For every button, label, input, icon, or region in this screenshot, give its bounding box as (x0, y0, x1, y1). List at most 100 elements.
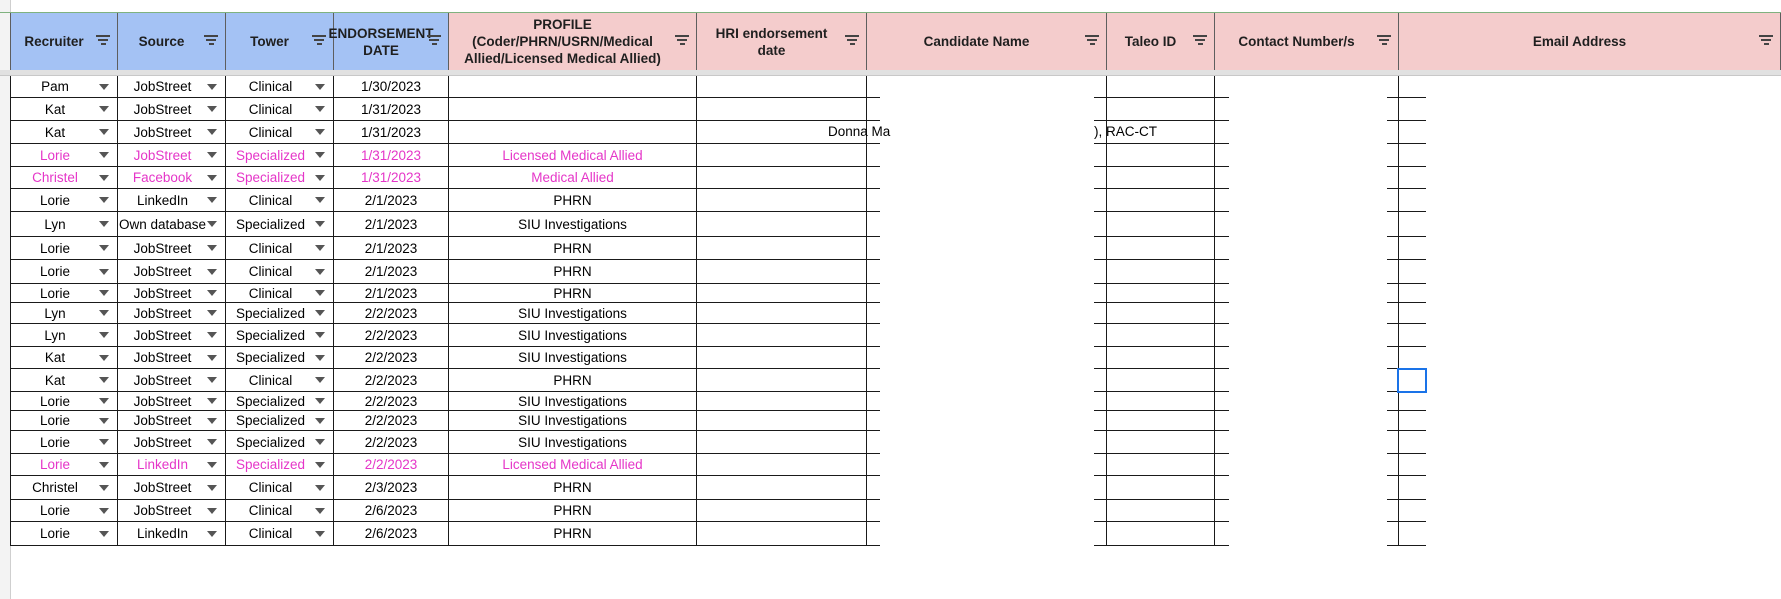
filter-icon[interactable] (1192, 35, 1208, 47)
dropdown-arrow-icon[interactable] (207, 461, 217, 468)
cell-hri-endorsement-date[interactable] (697, 189, 867, 212)
dropdown-arrow-icon[interactable] (207, 332, 217, 338)
cell-hri-endorsement-date[interactable] (697, 237, 867, 260)
cell-tower[interactable]: Clinical (226, 189, 334, 212)
cell-taleo-id[interactable] (1107, 189, 1215, 212)
dropdown-arrow-icon[interactable] (207, 417, 217, 424)
cell-source[interactable]: LinkedIn (118, 522, 226, 546)
cell-recruiter[interactable]: Kat (10, 369, 118, 392)
dropdown-arrow-icon[interactable] (315, 439, 325, 445)
cell-recruiter[interactable]: Lorie (10, 260, 118, 284)
cell-tower[interactable]: Specialized (226, 324, 334, 347)
dropdown-arrow-icon[interactable] (99, 174, 109, 181)
dropdown-arrow-icon[interactable] (207, 377, 217, 383)
cell-profile[interactable]: PHRN (449, 284, 697, 303)
cell-endorsement-date[interactable]: 2/1/2023 (334, 284, 449, 303)
filter-icon[interactable] (1376, 35, 1392, 47)
cell-recruiter[interactable]: Christel (10, 167, 118, 189)
cell-hri-endorsement-date[interactable] (697, 284, 867, 303)
cell-taleo-id[interactable] (1107, 303, 1215, 324)
dropdown-arrow-icon[interactable] (207, 245, 217, 251)
cell-hri-endorsement-date[interactable] (697, 476, 867, 500)
cell-hri-endorsement-date[interactable] (697, 324, 867, 347)
cell-recruiter[interactable]: Kat (10, 98, 118, 121)
cell-hri-endorsement-date[interactable] (697, 411, 867, 431)
cell-endorsement-date[interactable]: 2/1/2023 (334, 260, 449, 284)
cell-hri-endorsement-date[interactable] (697, 144, 867, 167)
cell-source[interactable]: LinkedIn (118, 189, 226, 212)
cell-tower[interactable]: Clinical (226, 121, 334, 144)
cell-profile[interactable] (449, 76, 697, 98)
dropdown-arrow-icon[interactable] (99, 245, 109, 251)
cell-hri-endorsement-date[interactable] (697, 454, 867, 476)
dropdown-arrow-icon[interactable] (99, 417, 109, 424)
cell-tower[interactable]: Clinical (226, 476, 334, 500)
cell-profile[interactable]: Licensed Medical Allied (449, 454, 697, 476)
cell-tower[interactable]: Clinical (226, 369, 334, 392)
header-contact-number[interactable]: Contact Number/s (1215, 13, 1399, 71)
cell-hri-endorsement-date[interactable] (697, 76, 867, 98)
dropdown-arrow-icon[interactable] (99, 398, 109, 404)
cell-hri-endorsement-date[interactable] (697, 369, 867, 392)
filter-icon[interactable] (1758, 35, 1774, 47)
cell-hri-endorsement-date[interactable] (697, 347, 867, 369)
dropdown-arrow-icon[interactable] (99, 152, 109, 158)
dropdown-arrow-icon[interactable] (315, 152, 325, 158)
header-profile[interactable]: PROFILE (Coder/PHRN/USRN/Medical Allied/… (449, 13, 697, 71)
cell-hri-endorsement-date[interactable] (697, 260, 867, 284)
cell-profile[interactable]: PHRN (449, 522, 697, 546)
filter-icon[interactable] (95, 35, 111, 47)
cell-profile[interactable]: PHRN (449, 189, 697, 212)
dropdown-arrow-icon[interactable] (99, 530, 109, 537)
cell-source[interactable]: JobStreet (118, 411, 226, 431)
cell-source[interactable]: Own database (118, 212, 226, 237)
cell-taleo-id[interactable] (1107, 212, 1215, 237)
dropdown-arrow-icon[interactable] (99, 484, 109, 491)
cell-endorsement-date[interactable]: 1/31/2023 (334, 144, 449, 167)
cell-profile[interactable]: Medical Allied (449, 167, 697, 189)
dropdown-arrow-icon[interactable] (207, 106, 217, 112)
dropdown-arrow-icon[interactable] (99, 290, 109, 296)
cell-endorsement-date[interactable]: 2/2/2023 (334, 324, 449, 347)
dropdown-arrow-icon[interactable] (315, 197, 325, 203)
cell-profile[interactable]: SIU Investigations (449, 392, 697, 411)
cell-tower[interactable]: Specialized (226, 454, 334, 476)
cell-taleo-id[interactable] (1107, 522, 1215, 546)
dropdown-arrow-icon[interactable] (207, 439, 217, 445)
dropdown-arrow-icon[interactable] (207, 398, 217, 404)
selected-cell[interactable] (1397, 368, 1427, 393)
cell-profile[interactable] (449, 98, 697, 121)
dropdown-arrow-icon[interactable] (315, 530, 325, 537)
cell-source[interactable]: JobStreet (118, 431, 226, 454)
cell-profile[interactable]: SIU Investigations (449, 303, 697, 324)
cell-endorsement-date[interactable]: 2/2/2023 (334, 392, 449, 411)
cell-recruiter[interactable]: Lorie (10, 189, 118, 212)
header-tower[interactable]: Tower (226, 13, 334, 71)
cell-recruiter[interactable]: Lorie (10, 284, 118, 303)
cell-recruiter[interactable]: Lorie (10, 522, 118, 546)
cell-tower[interactable]: Clinical (226, 522, 334, 546)
cell-taleo-id[interactable] (1107, 144, 1215, 167)
cell-source[interactable]: JobStreet (118, 98, 226, 121)
dropdown-arrow-icon[interactable] (99, 83, 109, 90)
cell-source[interactable]: LinkedIn (118, 454, 226, 476)
dropdown-arrow-icon[interactable] (315, 507, 325, 514)
cell-taleo-id[interactable] (1107, 411, 1215, 431)
cell-profile[interactable]: PHRN (449, 260, 697, 284)
cell-recruiter[interactable]: Lorie (10, 144, 118, 167)
cell-recruiter[interactable]: Lorie (10, 392, 118, 411)
cell-recruiter[interactable]: Lyn (10, 212, 118, 237)
header-recruiter[interactable]: Recruiter (10, 13, 118, 71)
dropdown-arrow-icon[interactable] (99, 197, 109, 203)
filter-icon[interactable] (311, 35, 327, 47)
cell-taleo-id[interactable] (1107, 347, 1215, 369)
dropdown-arrow-icon[interactable] (315, 83, 325, 90)
cell-taleo-id[interactable] (1107, 392, 1215, 411)
cell-source[interactable]: JobStreet (118, 369, 226, 392)
dropdown-arrow-icon[interactable] (315, 245, 325, 251)
dropdown-arrow-icon[interactable] (315, 268, 325, 275)
cell-endorsement-date[interactable]: 2/1/2023 (334, 189, 449, 212)
cell-recruiter[interactable]: Christel (10, 476, 118, 500)
cell-taleo-id[interactable] (1107, 98, 1215, 121)
dropdown-arrow-icon[interactable] (315, 354, 325, 361)
